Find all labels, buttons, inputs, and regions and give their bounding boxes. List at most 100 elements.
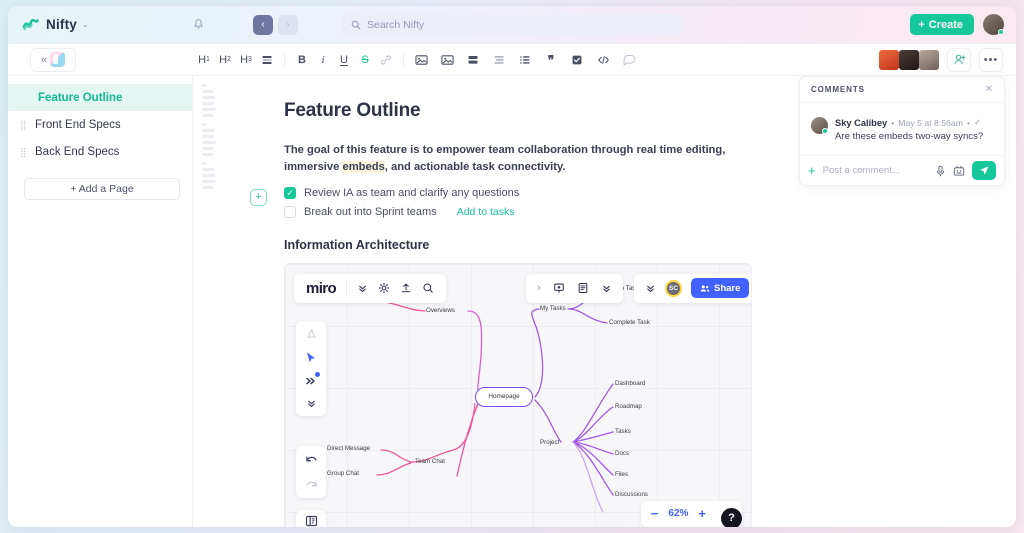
share-button[interactable]: Share bbox=[691, 278, 749, 298]
send-comment-button[interactable] bbox=[972, 161, 996, 180]
presenter-avatar[interactable]: SC bbox=[665, 280, 682, 297]
bold-button[interactable]: B bbox=[292, 50, 312, 70]
bullet-list-button[interactable] bbox=[489, 50, 509, 70]
comments-title: COMMENTS bbox=[811, 85, 865, 94]
redo-icon[interactable] bbox=[305, 479, 318, 490]
layout-button[interactable] bbox=[463, 50, 483, 70]
chevron-down-icon[interactable] bbox=[306, 398, 317, 409]
checkbox-checked[interactable]: ✓ bbox=[284, 187, 296, 199]
avatar[interactable] bbox=[899, 50, 919, 70]
search-input[interactable]: Search Nifty bbox=[342, 14, 682, 35]
mindmap-node[interactable]: Discussions bbox=[615, 491, 648, 498]
frame-panel-icon[interactable] bbox=[305, 515, 318, 527]
plus-icon: + bbox=[918, 19, 924, 31]
mindmap-node[interactable]: My Tasks bbox=[540, 305, 566, 312]
sidebar-item-front-end-specs[interactable]: ⣿ Front End Specs bbox=[8, 111, 192, 138]
gear-icon[interactable] bbox=[378, 282, 390, 294]
heading-3-button[interactable]: H3 bbox=[236, 50, 256, 70]
comment-button[interactable] bbox=[619, 50, 639, 70]
sidebar-item-feature-outline[interactable]: Feature Outline bbox=[8, 84, 192, 111]
collapse-sidebar-button[interactable]: « bbox=[30, 48, 76, 72]
heading-2-button[interactable]: H2 bbox=[215, 50, 235, 70]
nav-forward-button[interactable]: › bbox=[278, 15, 298, 35]
chevron-down-icon[interactable] bbox=[601, 283, 612, 294]
mindmap-node[interactable]: Roadmap bbox=[615, 403, 642, 410]
media-embed-button[interactable] bbox=[437, 50, 457, 70]
mindmap-node[interactable]: Files bbox=[615, 471, 628, 478]
miro-logo[interactable]: miro bbox=[306, 280, 336, 297]
underline-button[interactable]: U bbox=[334, 50, 354, 70]
upload-icon[interactable] bbox=[400, 282, 412, 294]
mindmap-node[interactable]: Direct Message bbox=[327, 445, 370, 452]
zoom-in-button[interactable]: + bbox=[698, 506, 706, 521]
document-minimap[interactable] bbox=[202, 84, 218, 189]
add-attachment-button[interactable]: + bbox=[808, 163, 816, 178]
create-button[interactable]: + Create bbox=[910, 14, 974, 35]
collaborator-avatars[interactable] bbox=[879, 50, 939, 70]
miro-share-toolbar: SC Share bbox=[634, 274, 752, 303]
link-button[interactable] bbox=[376, 50, 396, 70]
checklist-button[interactable] bbox=[567, 50, 587, 70]
more-options-button[interactable]: ••• bbox=[979, 48, 1003, 72]
resolve-check-icon[interactable]: ✓ bbox=[974, 117, 981, 128]
cursor-icon[interactable] bbox=[305, 351, 317, 364]
mindmap-node[interactable]: Tasks bbox=[615, 428, 631, 435]
sidebar-item-back-end-specs[interactable]: ⣿ Back End Specs bbox=[8, 138, 192, 165]
avatar[interactable] bbox=[983, 14, 1004, 35]
close-icon[interactable]: ✕ bbox=[985, 84, 993, 95]
search-icon[interactable] bbox=[422, 282, 434, 294]
add-to-tasks-link[interactable]: Add to tasks bbox=[457, 206, 515, 218]
avatar[interactable] bbox=[811, 117, 828, 134]
chevron-down-icon[interactable] bbox=[357, 283, 368, 294]
brand[interactable]: Nifty ⌄ bbox=[8, 16, 198, 33]
numbered-list-button[interactable] bbox=[515, 50, 535, 70]
zoom-level: 62% bbox=[668, 508, 688, 519]
mindmap-node[interactable]: Team Chat bbox=[415, 458, 445, 465]
drag-handle-icon[interactable]: ⣿ bbox=[20, 148, 28, 156]
mindmap-node[interactable]: Overviews bbox=[426, 307, 455, 314]
templates-icon[interactable] bbox=[306, 328, 317, 339]
add-block-button[interactable]: + bbox=[250, 189, 267, 206]
divider bbox=[403, 52, 404, 68]
chevron-down-icon[interactable]: ⌄ bbox=[82, 20, 89, 29]
avatar[interactable] bbox=[879, 50, 899, 70]
strikethrough-button[interactable]: S bbox=[355, 50, 375, 70]
zoom-out-button[interactable]: − bbox=[651, 506, 659, 521]
miro-frames-panel-button[interactable] bbox=[296, 510, 326, 527]
heading-1-button[interactable]: H1 bbox=[194, 50, 214, 70]
paragraph-style-button[interactable] bbox=[257, 50, 277, 70]
comment-input[interactable]: Post a comment... bbox=[823, 165, 928, 176]
add-person-button[interactable] bbox=[947, 48, 971, 72]
mindmap-node[interactable]: Dashboard bbox=[615, 380, 645, 387]
gif-icon[interactable] bbox=[953, 165, 965, 177]
quote-button[interactable]: ❞ bbox=[541, 50, 561, 70]
drag-handle-icon[interactable]: ⣿ bbox=[20, 121, 28, 129]
list-item[interactable]: ✓ Review IA as team and clarify any ques… bbox=[284, 184, 1016, 203]
presentation-icon[interactable] bbox=[553, 282, 565, 294]
list-item[interactable]: Break out into Sprint teams Add to tasks bbox=[284, 203, 1016, 222]
more-tools-icon[interactable] bbox=[305, 376, 317, 386]
add-page-button[interactable]: + Add a Page bbox=[24, 178, 180, 200]
h2-sub: 2 bbox=[227, 56, 231, 63]
mindmap-node[interactable]: Complete Task bbox=[609, 319, 650, 326]
undo-icon[interactable] bbox=[305, 454, 318, 465]
nav-back-button[interactable]: ‹ bbox=[253, 15, 273, 35]
chevron-down-icon[interactable] bbox=[645, 283, 656, 294]
miro-embed[interactable]: Homepage Click into Project Overviews My… bbox=[284, 263, 752, 527]
notes-icon[interactable] bbox=[577, 282, 589, 294]
mindmap-node[interactable]: Docs bbox=[615, 450, 629, 457]
image-button[interactable] bbox=[411, 50, 431, 70]
toolbar-right: ••• bbox=[879, 48, 1003, 72]
italic-button[interactable]: i bbox=[313, 50, 333, 70]
mindmap-node-homepage[interactable]: Homepage bbox=[475, 387, 533, 407]
mic-icon[interactable] bbox=[935, 165, 946, 177]
help-button[interactable]: ? bbox=[721, 508, 742, 527]
bell-icon[interactable] bbox=[192, 18, 205, 31]
checkbox-unchecked[interactable] bbox=[284, 206, 296, 218]
avatar[interactable] bbox=[919, 50, 939, 70]
chevron-right-icon[interactable]: › bbox=[537, 282, 541, 294]
comment-text: Are these embeds two-way syncs? bbox=[835, 131, 983, 142]
mindmap-node[interactable]: Project bbox=[540, 439, 559, 446]
mindmap-node[interactable]: Group Chat bbox=[327, 470, 359, 477]
code-button[interactable] bbox=[593, 50, 613, 70]
